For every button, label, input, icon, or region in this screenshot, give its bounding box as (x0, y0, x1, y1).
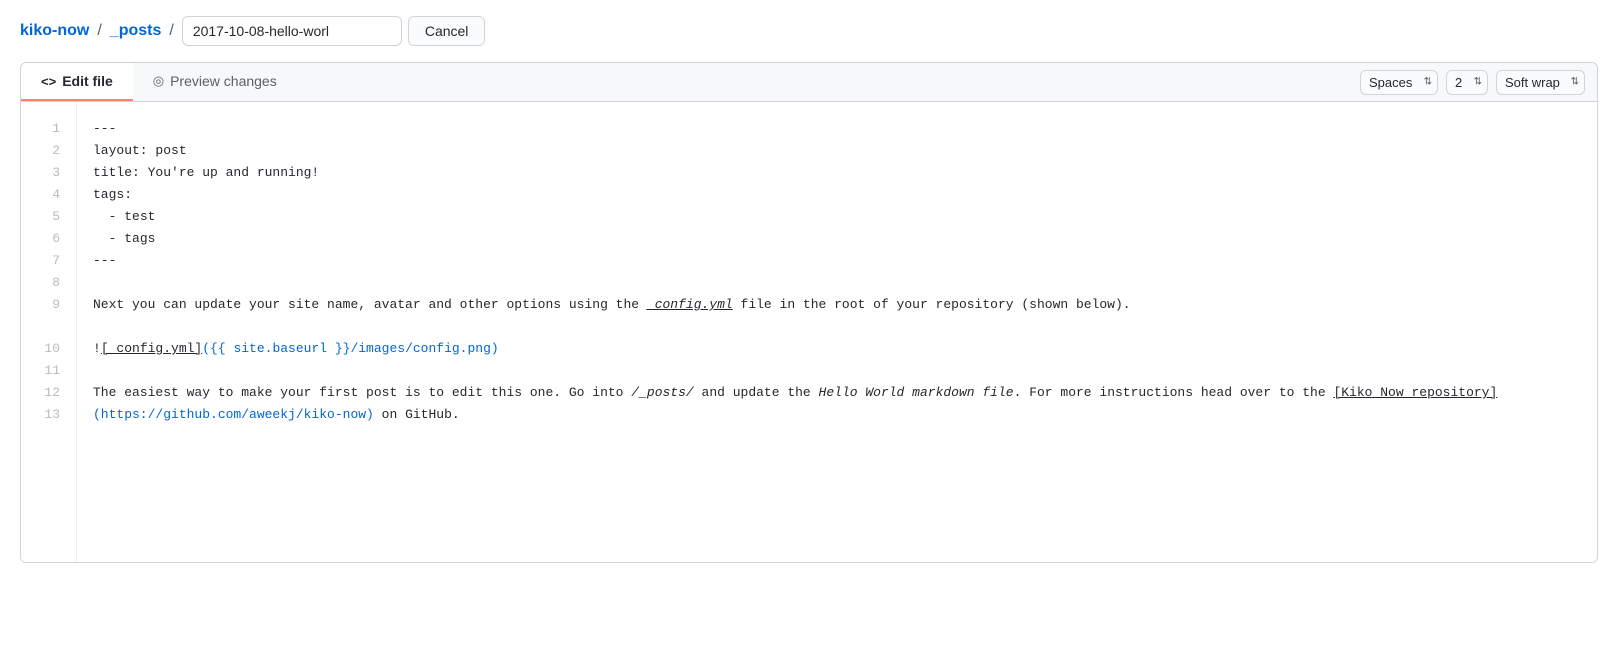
filename-input[interactable] (182, 16, 402, 46)
breadcrumb-owner[interactable]: kiko-now (20, 22, 89, 40)
preview-icon: ◎ (153, 73, 164, 89)
breadcrumb-sep2: / (169, 22, 173, 40)
line-number-12: 12 (37, 382, 60, 404)
line-number-5: 5 (37, 206, 60, 228)
code-line-11: ![_config.yml]({{ site.baseurl }}/images… (93, 338, 1597, 360)
line-number-4: 4 (37, 184, 60, 206)
edit-file-icon: <> (41, 74, 56, 89)
indent-size-select[interactable]: 2 4 8 (1446, 70, 1488, 95)
tab-edit-file[interactable]: <> Edit file (21, 63, 133, 101)
indent-size-wrapper[interactable]: 2 4 8 (1446, 70, 1488, 95)
editor-toolbar: <> Edit file ◎ Preview changes Spaces Ta… (21, 63, 1597, 102)
toolbar-right: Spaces Tabs 2 4 8 Soft wrap No wrap (1360, 70, 1597, 95)
editor-body: 12345678910111213 ---layout: posttitle: … (21, 102, 1597, 562)
soft-wrap-wrapper[interactable]: Soft wrap No wrap (1496, 70, 1585, 95)
cancel-button[interactable]: Cancel (408, 16, 486, 46)
line-number-3: 3 (37, 162, 60, 184)
soft-wrap-select[interactable]: Soft wrap No wrap (1496, 70, 1585, 95)
code-line-3: title: You're up and running! (93, 162, 1597, 184)
editor-container: <> Edit file ◎ Preview changes Spaces Ta… (20, 62, 1598, 563)
line-number-13: 13 (37, 404, 60, 448)
breadcrumb-repo[interactable]: _posts (110, 22, 162, 40)
line-numbers: 12345678910111213 (21, 102, 77, 562)
code-line-1: --- (93, 118, 1597, 140)
tab-edit-label: Edit file (62, 73, 113, 89)
code-line-2: layout: post (93, 140, 1597, 162)
line-number-8: 8 (37, 272, 60, 294)
code-line-9: Next you can update your site name, avat… (93, 294, 1597, 316)
breadcrumb-sep1: / (97, 22, 101, 40)
line-number-1: 1 (37, 118, 60, 140)
line-number-7: 7 (37, 250, 60, 272)
code-line-4: tags: (93, 184, 1597, 206)
line-number-11: 11 (37, 360, 60, 382)
line-number-6: 6 (37, 228, 60, 250)
indent-type-select[interactable]: Spaces Tabs (1360, 70, 1438, 95)
tab-preview-label: Preview changes (170, 73, 277, 89)
line-number-9: 9 (37, 294, 60, 338)
indent-type-wrapper[interactable]: Spaces Tabs (1360, 70, 1438, 95)
code-content[interactable]: ---layout: posttitle: You're up and runn… (77, 102, 1597, 562)
code-line-12 (93, 360, 1597, 382)
line-number-2: 2 (37, 140, 60, 162)
code-line-13: The easiest way to make your first post … (93, 382, 1597, 426)
code-line-6: - tags (93, 228, 1597, 250)
code-line-7: --- (93, 250, 1597, 272)
code-line-5: - test (93, 206, 1597, 228)
breadcrumb-bar: kiko-now / _posts / Cancel (0, 0, 1618, 62)
code-line-10 (93, 316, 1597, 338)
code-line-8 (93, 272, 1597, 294)
line-number-10: 10 (37, 338, 60, 360)
tab-preview-changes[interactable]: ◎ Preview changes (133, 63, 297, 101)
